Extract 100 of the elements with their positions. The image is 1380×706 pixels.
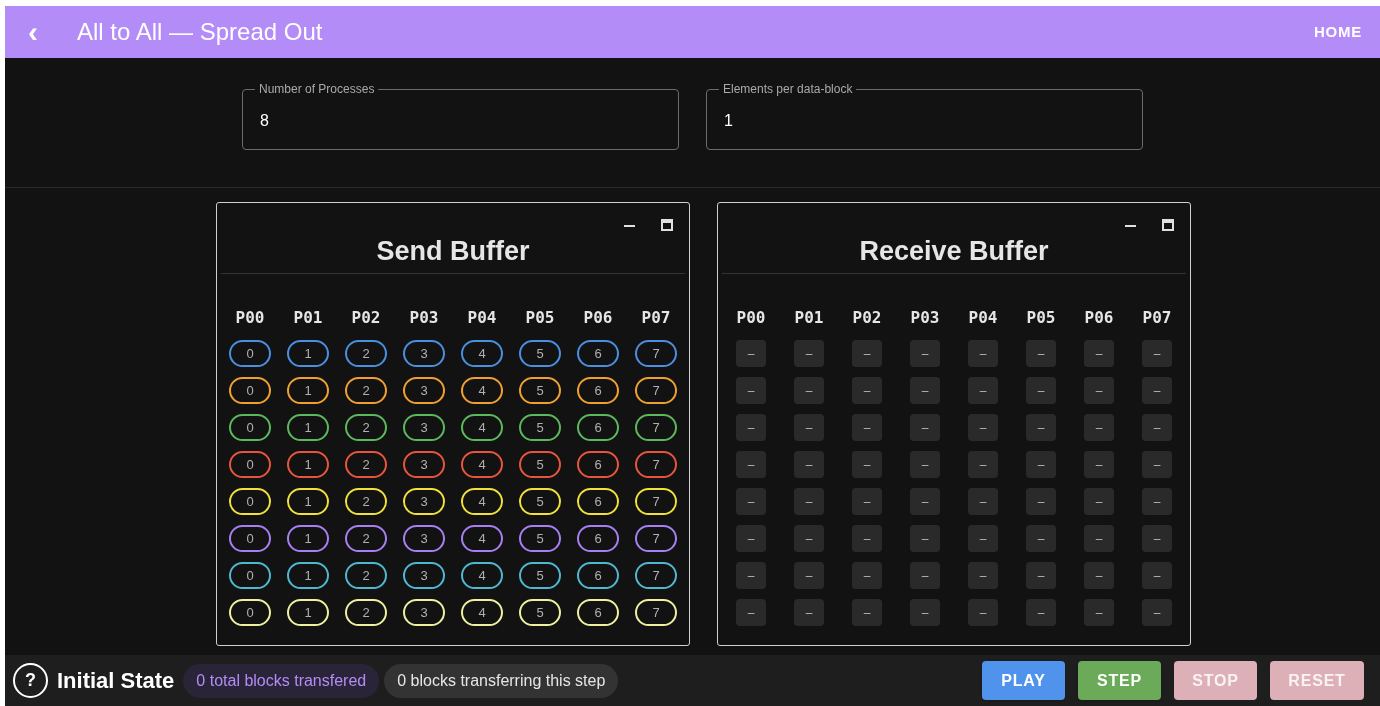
maximize-icon[interactable] (661, 219, 673, 231)
empty-slot: – (968, 562, 998, 589)
data-block: 5 (519, 377, 561, 404)
column-header: P04 (968, 308, 998, 328)
data-block: 4 (461, 377, 503, 404)
empty-slot: – (794, 377, 824, 404)
empty-slot: – (794, 525, 824, 552)
data-block: 4 (461, 414, 503, 441)
empty-slot: – (1142, 340, 1172, 367)
empty-slot: – (968, 599, 998, 626)
count-chip: 0 total blocks transfered (183, 663, 380, 698)
empty-slot: – (910, 488, 940, 515)
data-block: 3 (403, 525, 445, 552)
empty-slot: – (1142, 599, 1172, 626)
empty-slot: – (736, 488, 766, 515)
column-header: P06 (583, 308, 613, 328)
empty-slot: – (794, 451, 824, 478)
empty-slot: – (852, 451, 882, 478)
data-block: 0 (229, 451, 271, 478)
empty-slot: – (1142, 562, 1172, 589)
data-block: 7 (635, 488, 677, 515)
page-title: All to All — Spread Out (77, 17, 323, 47)
data-block: 7 (635, 340, 677, 367)
field-label: Number of Processes (258, 81, 376, 97)
column-header: P07 (641, 308, 671, 328)
empty-slot: – (1084, 451, 1114, 478)
data-block: 5 (519, 488, 561, 515)
data-block: 6 (577, 599, 619, 626)
action-button[interactable]: PLAY (982, 661, 1065, 700)
empty-slot: – (1026, 525, 1056, 552)
empty-slot: – (1026, 451, 1056, 478)
state-label: Initial State (57, 667, 175, 695)
empty-slot: – (1084, 340, 1114, 367)
action-button[interactable]: STEP (1078, 661, 1161, 700)
data-block: 3 (403, 488, 445, 515)
data-block: 5 (519, 562, 561, 589)
empty-slot: – (852, 340, 882, 367)
data-block: 7 (635, 525, 677, 552)
column-header: P04 (467, 308, 497, 328)
data-block: 4 (461, 340, 503, 367)
home-link[interactable]: HOME (1314, 20, 1362, 44)
empty-slot: – (1142, 414, 1172, 441)
data-block: 6 (577, 451, 619, 478)
empty-slot: – (736, 562, 766, 589)
empty-slot: – (910, 414, 940, 441)
empty-slot: – (1142, 451, 1172, 478)
data-block: 3 (403, 599, 445, 626)
input-field[interactable]: Elements per data-block 1 (706, 81, 1143, 150)
field-value: 8 (260, 111, 270, 131)
empty-slot: – (968, 414, 998, 441)
data-block: 2 (345, 377, 387, 404)
back-button[interactable]: ‹ (21, 17, 45, 47)
input-field[interactable]: Number of Processes 8 (242, 81, 679, 150)
empty-slot: – (968, 340, 998, 367)
maximize-icon[interactable] (1162, 219, 1174, 231)
data-block: 3 (403, 340, 445, 367)
data-block: 7 (635, 562, 677, 589)
data-block: 2 (345, 562, 387, 589)
empty-slot: – (794, 340, 824, 367)
data-block: 1 (287, 599, 329, 626)
empty-slot: – (852, 377, 882, 404)
empty-slot: – (1026, 562, 1056, 589)
empty-slot: – (968, 377, 998, 404)
data-block: 4 (461, 488, 503, 515)
empty-slot: – (736, 340, 766, 367)
empty-slot: – (794, 562, 824, 589)
data-block: 6 (577, 377, 619, 404)
field-label: Elements per data-block (722, 81, 854, 97)
empty-slot: – (794, 488, 824, 515)
empty-slot: – (910, 599, 940, 626)
data-block: 0 (229, 562, 271, 589)
data-block: 4 (461, 599, 503, 626)
column-header: P02 (852, 308, 882, 328)
empty-slot: – (1084, 525, 1114, 552)
empty-slot: – (968, 451, 998, 478)
panel-title: Receive Buffer (722, 233, 1186, 274)
empty-slot: – (1142, 488, 1172, 515)
data-block: 1 (287, 377, 329, 404)
column-header: P06 (1084, 308, 1114, 328)
data-block: 2 (345, 525, 387, 552)
data-block: 0 (229, 340, 271, 367)
empty-slot: – (1026, 340, 1056, 367)
data-block: 6 (577, 562, 619, 589)
data-block: 7 (635, 599, 677, 626)
data-block: 6 (577, 525, 619, 552)
data-block: 2 (345, 451, 387, 478)
empty-slot: – (794, 599, 824, 626)
empty-slot: – (910, 340, 940, 367)
help-icon[interactable]: ? (13, 663, 48, 698)
data-block: 3 (403, 562, 445, 589)
data-block: 0 (229, 414, 271, 441)
empty-slot: – (852, 599, 882, 626)
data-block: 5 (519, 525, 561, 552)
data-block: 0 (229, 488, 271, 515)
empty-slot: – (1142, 377, 1172, 404)
data-block: 5 (519, 451, 561, 478)
empty-slot: – (1026, 414, 1056, 441)
empty-slot: – (968, 525, 998, 552)
empty-slot: – (1084, 414, 1114, 441)
data-block: 2 (345, 599, 387, 626)
